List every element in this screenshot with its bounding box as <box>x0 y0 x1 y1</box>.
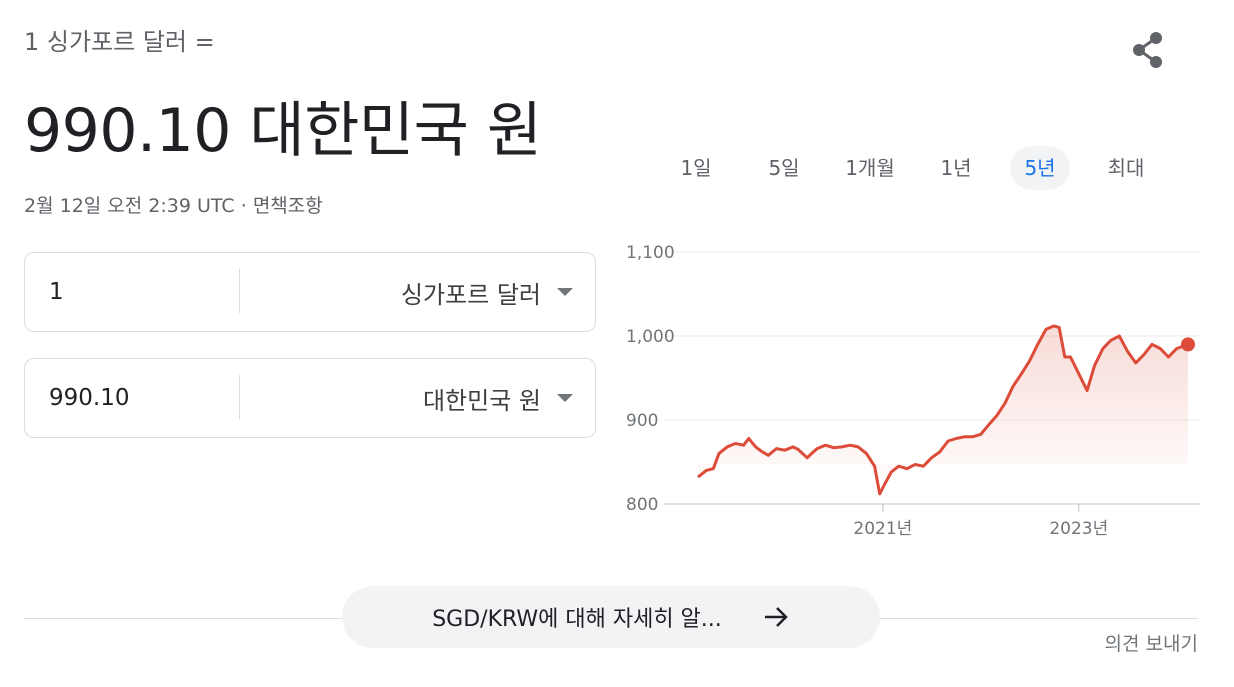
tab-max[interactable]: 최대 <box>1094 146 1158 190</box>
share-icon <box>1133 32 1162 68</box>
to-amount-input[interactable] <box>25 359 239 437</box>
rate-timestamp: 2월 12일 오전 2:39 UTC · 면책조항 <box>24 191 323 218</box>
series-area <box>698 325 1188 494</box>
from-currency-select[interactable]: 싱가포르 달러 <box>241 253 595 331</box>
currency-converter-card: 1 싱가포르 달러 = 990.10 대한민국 원 2월 12일 오전 2:39… <box>0 0 1234 687</box>
dropdown-arrow-icon <box>557 288 573 296</box>
y-tick-label: 1,100 <box>626 243 675 263</box>
exchange-rate-chart[interactable]: 800 900 1,000 1,100 2021년 2023년 <box>610 226 1220 546</box>
timestamp-text: 2월 12일 오전 2:39 UTC <box>24 195 235 217</box>
from-currency-row: 싱가포르 달러 <box>24 252 596 332</box>
dropdown-arrow-icon <box>557 394 573 402</box>
field-divider <box>239 375 240 419</box>
y-tick-label: 1,000 <box>626 327 675 347</box>
from-amount-input[interactable] <box>25 253 239 331</box>
arrow-right-icon <box>762 605 790 629</box>
footer-divider-right <box>880 618 1198 619</box>
send-feedback-link[interactable]: 의견 보내기 <box>1105 629 1198 656</box>
to-currency-select[interactable]: 대한민국 원 <box>241 359 595 437</box>
field-divider <box>239 269 240 313</box>
timestamp-separator: · <box>234 195 253 217</box>
from-currency-label: 싱가포르 달러 <box>400 280 541 309</box>
tab-5-year[interactable]: 5년 <box>1010 146 1070 190</box>
learn-more-button[interactable]: SGD/KRW에 대해 자세히 알... <box>342 586 880 648</box>
y-tick-label: 900 <box>626 411 658 431</box>
to-currency-label: 대한민국 원 <box>422 386 541 415</box>
learn-more-label: SGD/KRW에 대해 자세히 알... <box>432 607 722 632</box>
to-currency-row: 대한민국 원 <box>24 358 596 438</box>
share-button[interactable] <box>1126 28 1170 72</box>
tab-1-month[interactable]: 1개월 <box>832 146 908 190</box>
x-tick-label: 2021년 <box>853 519 912 539</box>
converted-value-heading: 990.10 대한민국 원 <box>24 96 542 166</box>
disclaimer-link[interactable]: 면책조항 <box>253 195 323 217</box>
tab-1-year[interactable]: 1년 <box>926 146 986 190</box>
y-tick-label: 800 <box>626 495 658 515</box>
tab-1-day[interactable]: 1일 <box>666 146 726 190</box>
footer-divider-left <box>24 618 342 619</box>
current-rate-dot <box>1181 337 1195 352</box>
x-tick-label: 2023년 <box>1049 519 1108 539</box>
tab-5-day[interactable]: 5일 <box>754 146 814 190</box>
chart-svg: 800 900 1,000 1,100 2021년 2023년 <box>626 243 1200 539</box>
source-amount-text: 1 싱가포르 달러 = <box>24 28 215 56</box>
